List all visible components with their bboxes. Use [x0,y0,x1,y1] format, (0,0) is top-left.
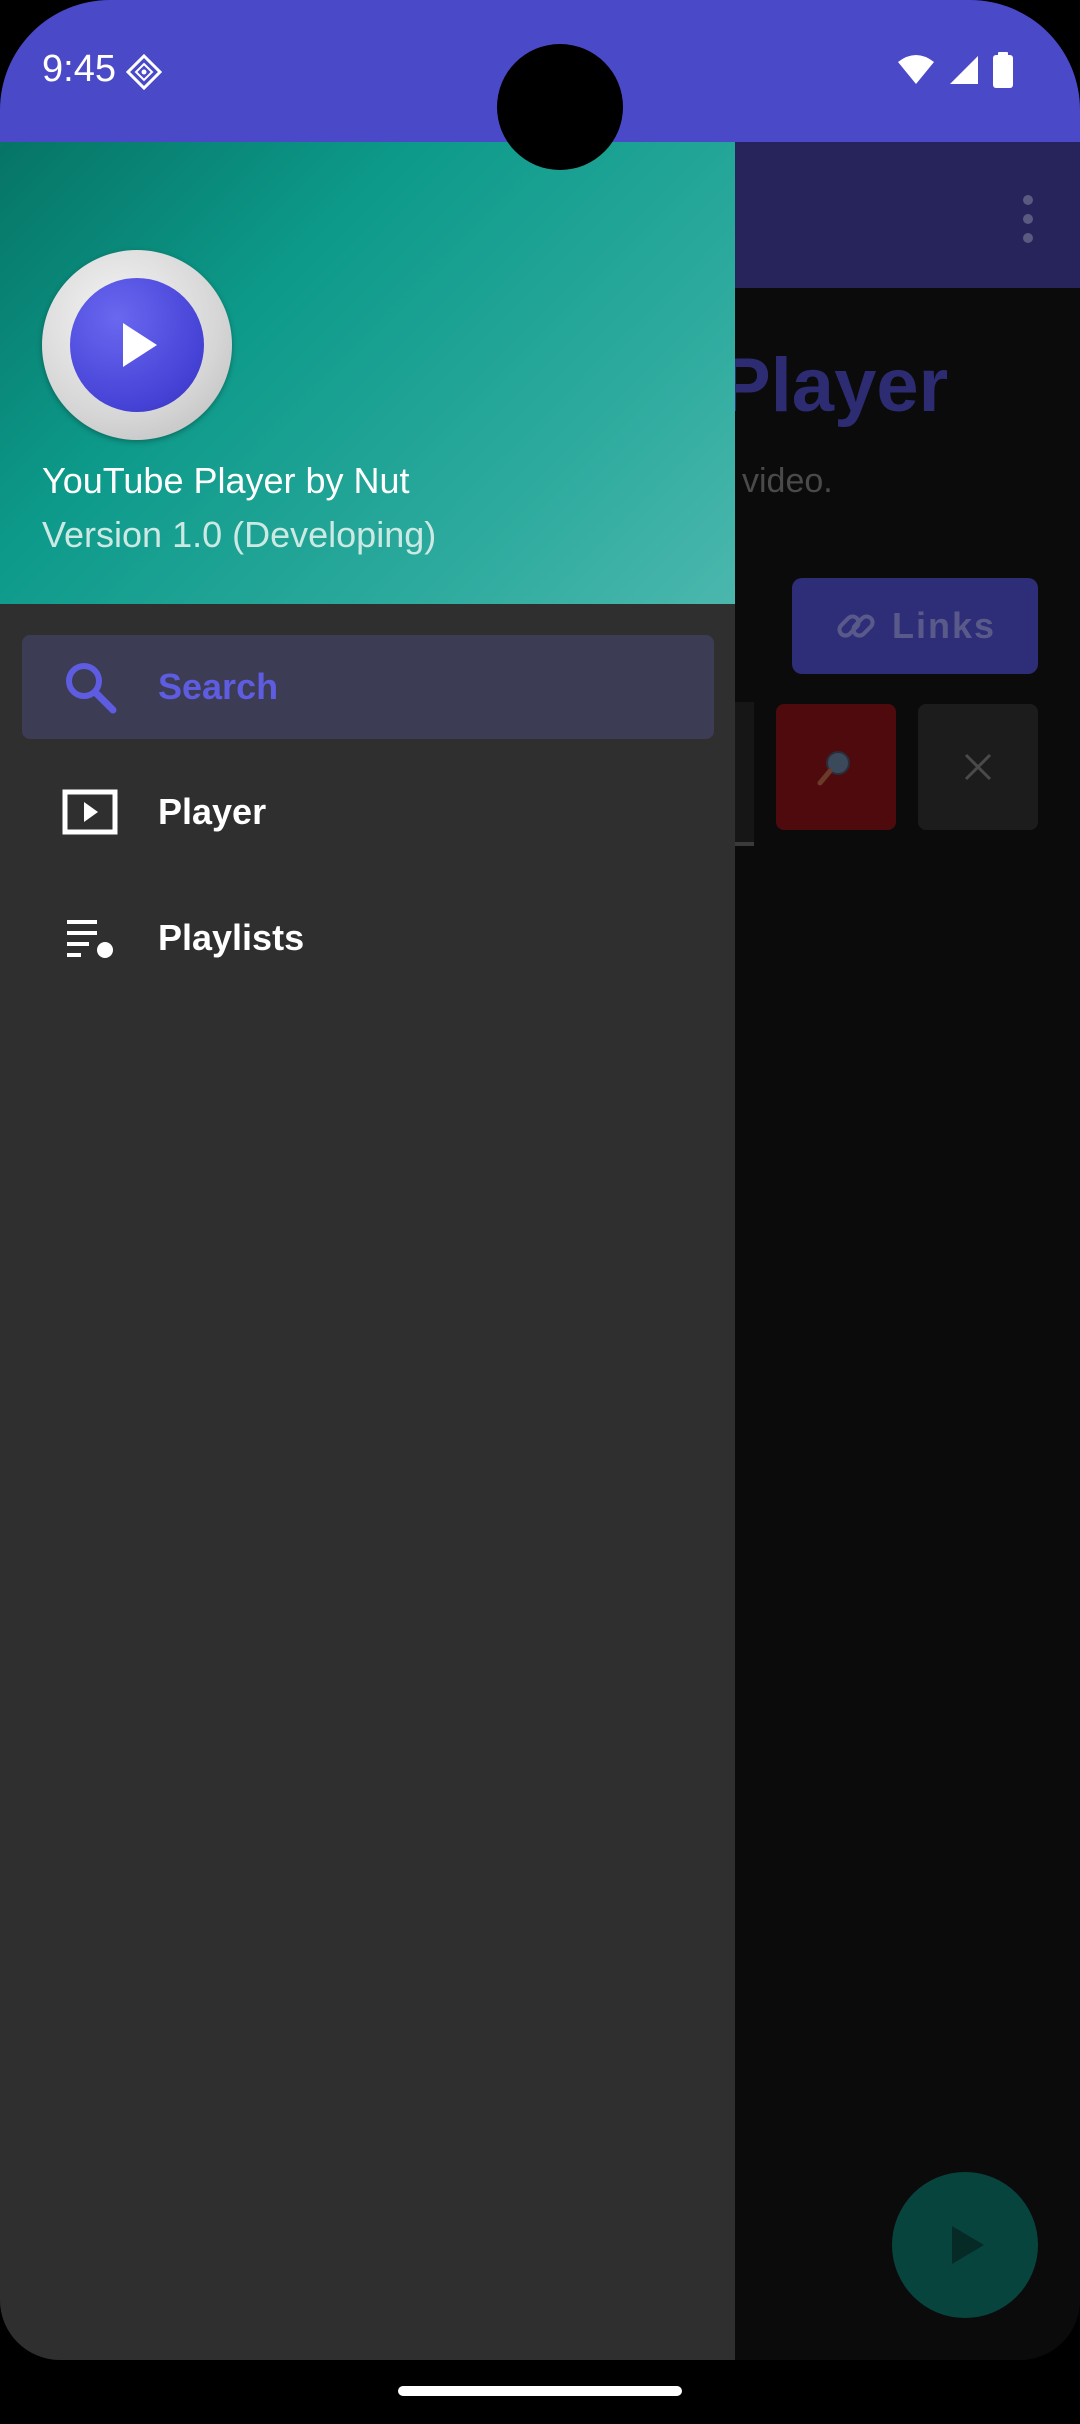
battery-icon [993,52,1013,88]
link-icon [837,614,875,638]
main-title: Player [720,343,949,428]
logo-play-button [70,278,204,412]
wifi-icon [898,55,934,84]
drawer-item-label: Player [158,791,267,832]
phone-screen: 9:45 Player video. Links YouTube Player … [0,0,1080,2360]
drawer-item-search[interactable]: Search [22,635,714,739]
links-button-label: Links [891,605,997,646]
notification-diamond-icon [126,54,162,90]
app-name: YouTube Player by Nut [42,460,410,501]
drawer-header: YouTube Player by Nut Version 1.0 (Devel… [0,142,735,604]
main-subtitle: video. [742,462,833,500]
overflow-menu-icon[interactable] [1022,194,1034,244]
app-version: Version 1.0 (Developing) [42,514,437,555]
magnifier-icon [817,751,850,786]
clear-button[interactable] [918,704,1038,830]
links-button[interactable]: Links [792,578,1038,674]
drawer-item-playlists[interactable]: Playlists [22,886,714,990]
status-icons [896,52,1014,88]
video-player-icon [60,782,120,842]
app-logo [42,250,232,440]
url-input-field[interactable] [734,702,754,844]
front-camera-cutout [497,44,623,170]
play-fab[interactable] [892,2172,1038,2318]
drawer-item-player[interactable]: Player [22,760,714,864]
search-icon [60,657,120,717]
drawer-item-label: Search [158,666,279,707]
search-button[interactable] [776,704,896,830]
navigation-drawer: YouTube Player by Nut Version 1.0 (Devel… [0,142,735,2360]
status-time: 9:45 [42,48,116,90]
play-icon [952,2226,984,2264]
cellular-signal-icon [950,56,978,84]
gesture-navigation-handle[interactable] [398,2386,682,2396]
url-input-underline [734,842,754,846]
playlist-icon [60,908,120,968]
close-icon [964,753,992,781]
drawer-item-label: Playlists [158,917,305,958]
play-icon [123,323,157,367]
